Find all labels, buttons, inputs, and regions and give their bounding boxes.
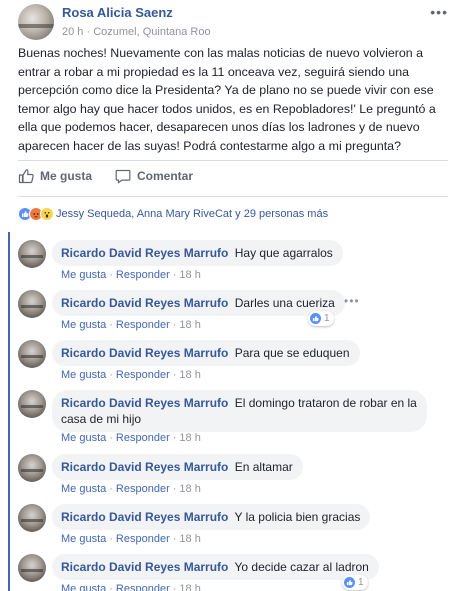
comment-text: Y la policia bien gracias bbox=[234, 510, 361, 524]
like-button[interactable]: Me gusta bbox=[18, 168, 92, 184]
commenter-name[interactable]: Ricardo David Reyes Marrufo bbox=[61, 246, 228, 260]
comment-reply-link[interactable]: Responder bbox=[116, 269, 170, 281]
comment-bubble: Ricardo David Reyes Marrufo Yo decide ca… bbox=[52, 554, 379, 580]
comment-actions: Me gusta · Responder · 18 h bbox=[61, 432, 201, 444]
commenter-name[interactable]: Ricardo David Reyes Marrufo bbox=[61, 296, 228, 310]
comment-like-count[interactable]: 1 bbox=[308, 311, 334, 326]
comment-like-number: 1 bbox=[324, 313, 330, 324]
post-meta: 20 h · Cozumel, Quintana Roo bbox=[62, 26, 211, 38]
comment-actions: Me gusta · Responder · 18 h bbox=[61, 269, 201, 281]
comment-bubble: Ricardo David Reyes Marrufo Darles una c… bbox=[52, 290, 345, 316]
comment-reply-link[interactable]: Responder bbox=[116, 483, 170, 495]
comment-time[interactable]: 18 h bbox=[179, 583, 200, 591]
comment-like-link[interactable]: Me gusta bbox=[61, 533, 106, 545]
comment-reply-link[interactable]: Responder bbox=[116, 432, 170, 444]
comment-time[interactable]: 18 h bbox=[179, 432, 200, 444]
comment-reply-link[interactable]: Responder bbox=[116, 369, 170, 381]
comment-actions: Me gusta · Responder · 18 h bbox=[61, 533, 201, 545]
divider bbox=[18, 160, 448, 161]
comment-like-number: 1 bbox=[358, 577, 364, 588]
comment-reply-link[interactable]: Responder bbox=[116, 319, 170, 331]
comment-bubble: Ricardo David Reyes Marrufo El domingo t… bbox=[52, 390, 427, 432]
comment-time[interactable]: 18 h bbox=[179, 319, 200, 331]
comment-reply-link[interactable]: Responder bbox=[116, 533, 170, 545]
comment-text: Para que se eduquen bbox=[234, 346, 350, 360]
post-header: Rosa Alicia Saenz 20 h · Cozumel, Quinta… bbox=[18, 4, 458, 40]
post-author-name[interactable]: Rosa Alicia Saenz bbox=[62, 5, 173, 20]
comment-bubble: Ricardo David Reyes Marrufo Para que se … bbox=[52, 340, 360, 366]
post-actions: Me gusta Comentar bbox=[18, 168, 448, 188]
commenter-name[interactable]: Ricardo David Reyes Marrufo bbox=[61, 396, 228, 410]
commenter-name[interactable]: Ricardo David Reyes Marrufo bbox=[61, 510, 228, 524]
comment-like-link[interactable]: Me gusta bbox=[61, 583, 106, 591]
comment-bubble: Ricardo David Reyes Marrufo Hay que agar… bbox=[52, 240, 343, 266]
wow-icon bbox=[40, 207, 54, 221]
like-icon bbox=[344, 577, 355, 588]
more-options-icon[interactable]: ••• bbox=[430, 4, 448, 20]
divider bbox=[18, 196, 448, 197]
comments-indicator bbox=[8, 232, 10, 591]
commenter-avatar[interactable] bbox=[18, 554, 46, 582]
post-time[interactable]: 20 h bbox=[62, 26, 83, 38]
comment-text: Darles una cueriza bbox=[234, 296, 335, 310]
commenter-avatar[interactable] bbox=[18, 340, 46, 368]
comment-like-link[interactable]: Me gusta bbox=[61, 269, 106, 281]
comment-button-label: Comentar bbox=[137, 169, 194, 183]
comment-text: Hay que agarralos bbox=[234, 246, 333, 260]
comment-options-icon[interactable]: ••• bbox=[344, 294, 360, 308]
commenter-name[interactable]: Ricardo David Reyes Marrufo bbox=[61, 560, 228, 574]
commenter-name[interactable]: Ricardo David Reyes Marrufo bbox=[61, 346, 228, 360]
comment-bubble: Ricardo David Reyes Marrufo Y la policia… bbox=[52, 504, 371, 530]
commenter-avatar[interactable] bbox=[18, 240, 46, 268]
like-icon bbox=[310, 313, 321, 324]
author-avatar[interactable] bbox=[18, 4, 54, 40]
commenter-avatar[interactable] bbox=[18, 390, 46, 418]
comment-actions: Me gusta · Responder · 18 h bbox=[61, 319, 201, 331]
comment-time[interactable]: 18 h bbox=[179, 369, 200, 381]
comment-actions: Me gusta · Responder · 18 h bbox=[61, 369, 201, 381]
reaction-icons bbox=[18, 207, 54, 221]
comment-like-link[interactable]: Me gusta bbox=[61, 432, 106, 444]
comment-icon bbox=[115, 169, 131, 184]
comment-time[interactable]: 18 h bbox=[179, 533, 200, 545]
thumbs-up-icon bbox=[18, 169, 34, 184]
commenter-avatar[interactable] bbox=[18, 454, 46, 482]
comment-time[interactable]: 18 h bbox=[179, 483, 200, 495]
comment-reply-link[interactable]: Responder bbox=[116, 583, 170, 591]
comment-actions: Me gusta · Responder · 18 h bbox=[61, 583, 201, 591]
comment-like-link[interactable]: Me gusta bbox=[61, 319, 106, 331]
commenter-avatar[interactable] bbox=[18, 290, 46, 318]
comment-like-link[interactable]: Me gusta bbox=[61, 369, 106, 381]
commenter-name[interactable]: Ricardo David Reyes Marrufo bbox=[61, 460, 228, 474]
comment-like-link[interactable]: Me gusta bbox=[61, 483, 106, 495]
commenter-avatar[interactable] bbox=[18, 504, 46, 532]
reactions-text: Jessy Sequeda, Anna Mary RiveCat y 29 pe… bbox=[56, 208, 329, 220]
comment-text: Yo decide cazar al ladron bbox=[234, 560, 369, 574]
comment-text: En altamar bbox=[234, 460, 293, 474]
like-button-label: Me gusta bbox=[40, 169, 93, 183]
comment-button[interactable]: Comentar bbox=[115, 168, 193, 184]
post-location[interactable]: Cozumel, Quintana Roo bbox=[93, 26, 210, 38]
comment-time[interactable]: 18 h bbox=[179, 269, 200, 281]
comment-actions: Me gusta · Responder · 18 h bbox=[61, 483, 201, 495]
reactions-summary[interactable]: Jessy Sequeda, Anna Mary RiveCat y 29 pe… bbox=[18, 205, 328, 223]
comment-like-count[interactable]: 1 bbox=[342, 575, 368, 590]
comment-bubble: Ricardo David Reyes Marrufo En altamar bbox=[52, 454, 303, 480]
post-text: Buenas noches! Nuevamente con las malas … bbox=[18, 46, 436, 153]
